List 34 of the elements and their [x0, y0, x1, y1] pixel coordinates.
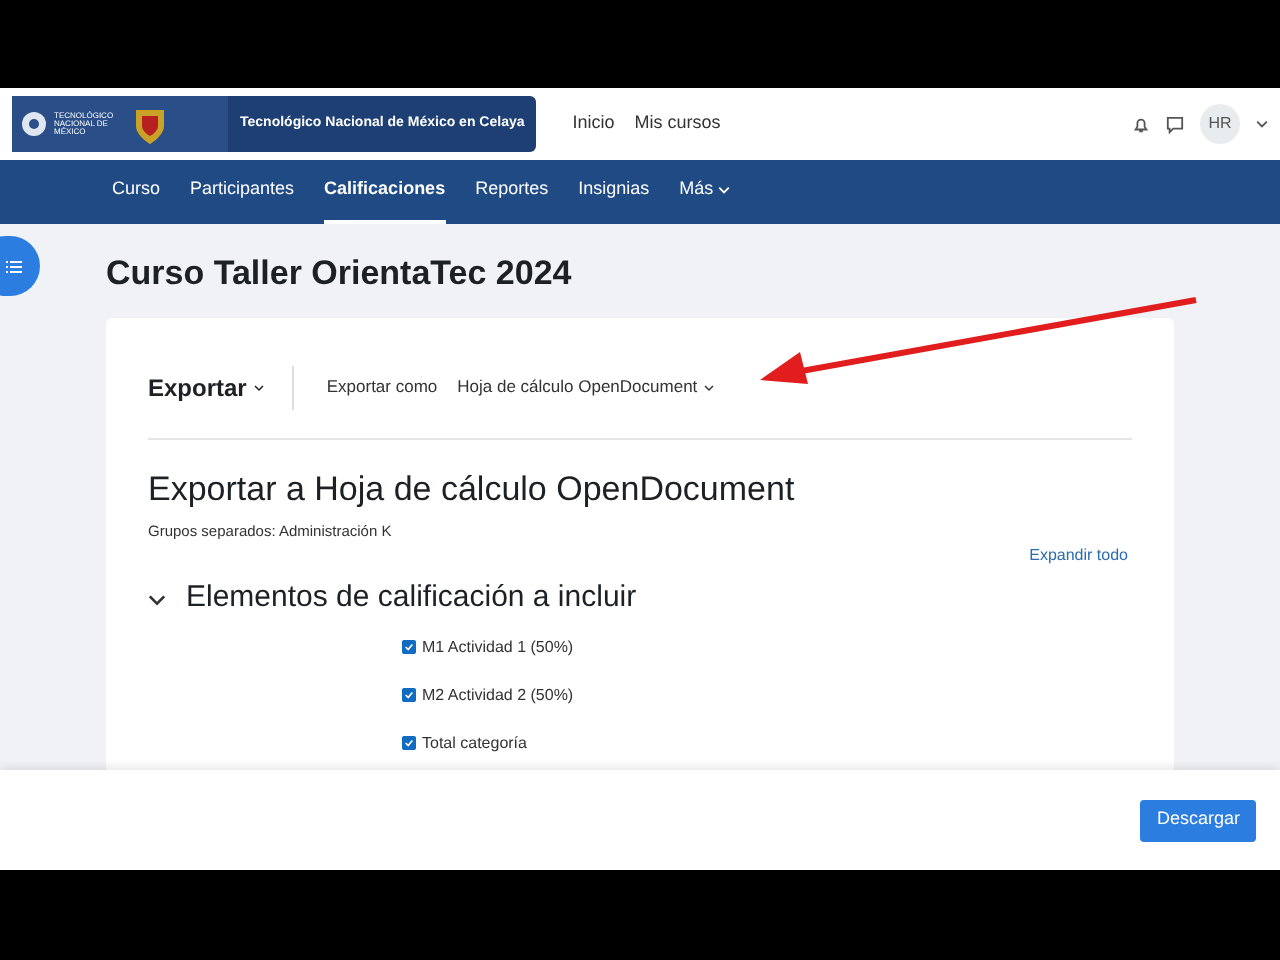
header-link[interactable]: Mis cursos [634, 110, 721, 138]
header-link[interactable]: Inicio [572, 110, 615, 138]
nav-tab[interactable]: Participantes [190, 160, 295, 224]
expand-all-link[interactable]: Expandir todo [1029, 544, 1128, 569]
list-icon [6, 259, 22, 273]
chevron-icon [717, 186, 730, 194]
bell-icon[interactable] [1132, 115, 1150, 133]
format-dropdown[interactable]: Hoja de cálculo OpenDocument [457, 374, 714, 400]
checkbox[interactable] [402, 736, 416, 751]
fieldset-title: Elementos de calificación a incluir [186, 578, 637, 619]
chevron-icon [703, 383, 714, 391]
nav-tab[interactable]: Reportes [475, 160, 549, 224]
section-heading: Exportar a Hoja de cálculo OpenDocument [148, 467, 797, 511]
chat-icon[interactable] [1166, 115, 1184, 133]
collapse-chevron-icon[interactable] [148, 593, 166, 605]
check-icon [404, 690, 414, 701]
checkbox-label: M1 Actividad 1 (50%) [422, 635, 574, 660]
export-label: Exportar como [326, 374, 438, 400]
nav-tab[interactable]: Curso [112, 160, 161, 224]
chevron-icon [254, 383, 265, 391]
gear-emblem-icon [18, 108, 50, 140]
checkbox-label: M2 Actividad 2 (50%) [422, 683, 574, 708]
checkbox[interactable] [402, 640, 416, 655]
check-icon [404, 738, 414, 749]
checkbox[interactable] [402, 688, 416, 703]
checkbox-label: Total categoría [422, 731, 527, 756]
user-avatar[interactable]: HR [1200, 104, 1240, 144]
download-button[interactable]: Descargar [1140, 799, 1256, 841]
page-title: Curso Taller OrientaTec 2024 [106, 252, 574, 296]
nav-tab[interactable]: Insignias [578, 160, 650, 224]
nav-tab[interactable]: Más [679, 160, 730, 224]
export-menu-button[interactable]: Exportar [148, 365, 295, 409]
chevron-icon [1256, 120, 1268, 128]
check-icon [404, 642, 414, 653]
